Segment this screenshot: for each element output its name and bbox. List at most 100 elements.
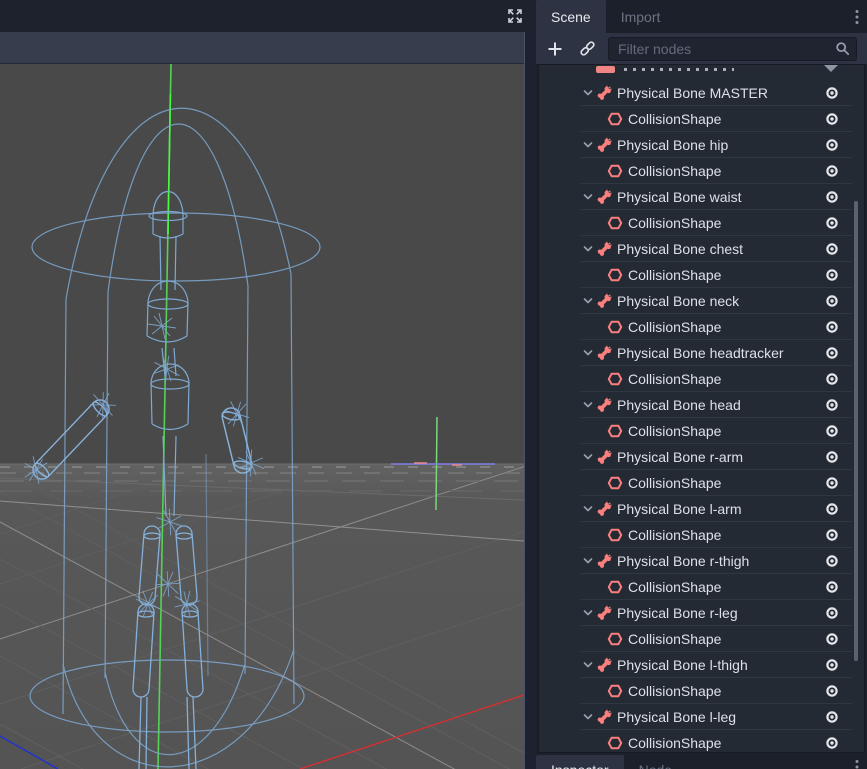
visibility-eye-icon[interactable] [824, 345, 840, 361]
collision-shape-icon [607, 683, 623, 699]
tab-node[interactable]: Node [624, 755, 687, 769]
visibility-eye-icon[interactable] [824, 267, 840, 283]
collision-shape-icon [607, 579, 623, 595]
instance-scene-button[interactable] [578, 40, 596, 58]
visibility-eye-icon[interactable] [824, 631, 840, 647]
tree-node-row[interactable]: CollisionShape [539, 366, 864, 392]
visibility-eye-icon[interactable] [824, 111, 840, 127]
physical-bone-icon [596, 345, 612, 361]
visibility-eye-icon[interactable] [824, 215, 840, 231]
tree-node-row[interactable]: Physical Bone neck [539, 288, 864, 314]
node-label: CollisionShape [628, 267, 824, 283]
chevron-down-icon[interactable] [582, 191, 594, 203]
visibility-eye-icon[interactable] [824, 657, 840, 673]
physical-bone-icon [596, 449, 612, 465]
expand-viewport-icon[interactable] [506, 7, 524, 25]
3d-viewport[interactable] [0, 64, 524, 769]
tree-node-row[interactable]: Physical Bone l-leg [539, 704, 864, 730]
filter-nodes-input[interactable] [608, 37, 857, 61]
clipped-node-row[interactable] [539, 65, 864, 80]
chevron-down-icon[interactable] [582, 503, 594, 515]
tree-scrollbar-thumb[interactable] [854, 201, 858, 661]
visibility-eye-icon[interactable] [824, 709, 840, 725]
visibility-eye-icon[interactable] [824, 579, 840, 595]
visibility-eye-icon[interactable] [824, 527, 840, 543]
chevron-down-icon[interactable] [582, 555, 594, 567]
visibility-eye-icon[interactable] [824, 553, 840, 569]
tab-scene[interactable]: Scene [536, 0, 606, 33]
tab-import[interactable]: Import [606, 0, 676, 33]
node-label: CollisionShape [628, 735, 824, 751]
visibility-eye-icon[interactable] [824, 319, 840, 335]
bottom-dock-menu-dots-icon[interactable] [855, 759, 859, 769]
chevron-down-icon[interactable] [582, 451, 594, 463]
chevron-down-icon[interactable] [582, 711, 594, 723]
visibility-eye-icon[interactable] [824, 475, 840, 491]
collision-shape-icon [607, 631, 623, 647]
chevron-down-icon[interactable] [582, 399, 594, 411]
tree-node-row[interactable]: Physical Bone headtracker [539, 340, 864, 366]
add-node-button[interactable] [546, 40, 564, 58]
pane-separator[interactable] [524, 32, 536, 769]
tree-node-row[interactable]: Physical Bone r-leg [539, 600, 864, 626]
tree-node-row[interactable]: Physical Bone r-arm [539, 444, 864, 470]
tree-node-row[interactable]: CollisionShape [539, 470, 864, 496]
tree-node-row[interactable]: CollisionShape [539, 418, 864, 444]
node-label: Physical Bone l-thigh [617, 657, 824, 673]
chevron-down-icon[interactable] [582, 347, 594, 359]
chevron-down-icon[interactable] [582, 87, 594, 99]
visibility-eye-icon[interactable] [824, 735, 840, 751]
chevron-down-icon[interactable] [582, 243, 594, 255]
visibility-eye-icon[interactable] [824, 189, 840, 205]
visibility-eye-icon[interactable] [824, 501, 840, 517]
tree-node-row[interactable]: CollisionShape [539, 574, 864, 600]
tree-node-row[interactable]: Physical Bone waist [539, 184, 864, 210]
visibility-eye-icon[interactable] [824, 293, 840, 309]
physical-bone-icon [596, 553, 612, 569]
node-label: CollisionShape [628, 475, 824, 491]
godot-editor-window: Scene Import [0, 0, 867, 769]
node-label: CollisionShape [628, 319, 824, 335]
visibility-eye-icon[interactable] [824, 397, 840, 413]
visibility-eye-icon[interactable] [824, 605, 840, 621]
tree-node-row[interactable]: CollisionShape [539, 678, 864, 704]
physical-bone-icon [596, 293, 612, 309]
physical-bone-icon [596, 709, 612, 725]
tree-node-row[interactable]: CollisionShape [539, 730, 864, 753]
visibility-eye-icon[interactable] [824, 449, 840, 465]
chevron-down-icon[interactable] [582, 139, 594, 151]
visibility-eye-icon[interactable] [824, 241, 840, 257]
visibility-eye-icon[interactable] [824, 683, 840, 699]
tree-node-row[interactable]: CollisionShape [539, 210, 864, 236]
tree-node-row[interactable]: Physical Bone l-thigh [539, 652, 864, 678]
visibility-eye-icon[interactable] [824, 163, 840, 179]
tree-node-row[interactable]: CollisionShape [539, 262, 864, 288]
chevron-down-icon[interactable] [582, 295, 594, 307]
tree-node-row[interactable]: Physical Bone MASTER [539, 80, 864, 106]
visibility-eye-icon[interactable] [824, 371, 840, 387]
tree-node-row[interactable]: Physical Bone r-thigh [539, 548, 864, 574]
node-label: Physical Bone l-arm [617, 501, 824, 517]
tree-node-row[interactable]: CollisionShape [539, 158, 864, 184]
collision-shape-icon [607, 475, 623, 491]
dock-menu-dots-icon[interactable] [855, 9, 859, 30]
tree-node-row[interactable]: CollisionShape [539, 106, 864, 132]
tree-node-row[interactable]: CollisionShape [539, 522, 864, 548]
tree-node-row[interactable]: Physical Bone chest [539, 236, 864, 262]
tree-node-row[interactable]: Physical Bone hip [539, 132, 864, 158]
tree-rows: Physical Bone MASTERCollisionShapePhysic… [539, 80, 864, 753]
collision-shape-icon [607, 423, 623, 439]
chevron-down-icon[interactable] [582, 607, 594, 619]
tree-node-row[interactable]: Physical Bone l-arm [539, 496, 864, 522]
tree-node-row[interactable]: CollisionShape [539, 314, 864, 340]
visibility-eye-icon[interactable] [824, 85, 840, 101]
collision-shape-icon [607, 319, 623, 335]
tab-inspector[interactable]: Inspector [536, 755, 624, 769]
tree-node-row[interactable]: CollisionShape [539, 626, 864, 652]
visibility-eye-icon[interactable] [824, 137, 840, 153]
chevron-down-icon[interactable] [582, 659, 594, 671]
physical-bone-icon [596, 85, 612, 101]
visibility-eye-icon[interactable] [824, 423, 840, 439]
node-label: CollisionShape [628, 683, 824, 699]
tree-node-row[interactable]: Physical Bone head [539, 392, 864, 418]
